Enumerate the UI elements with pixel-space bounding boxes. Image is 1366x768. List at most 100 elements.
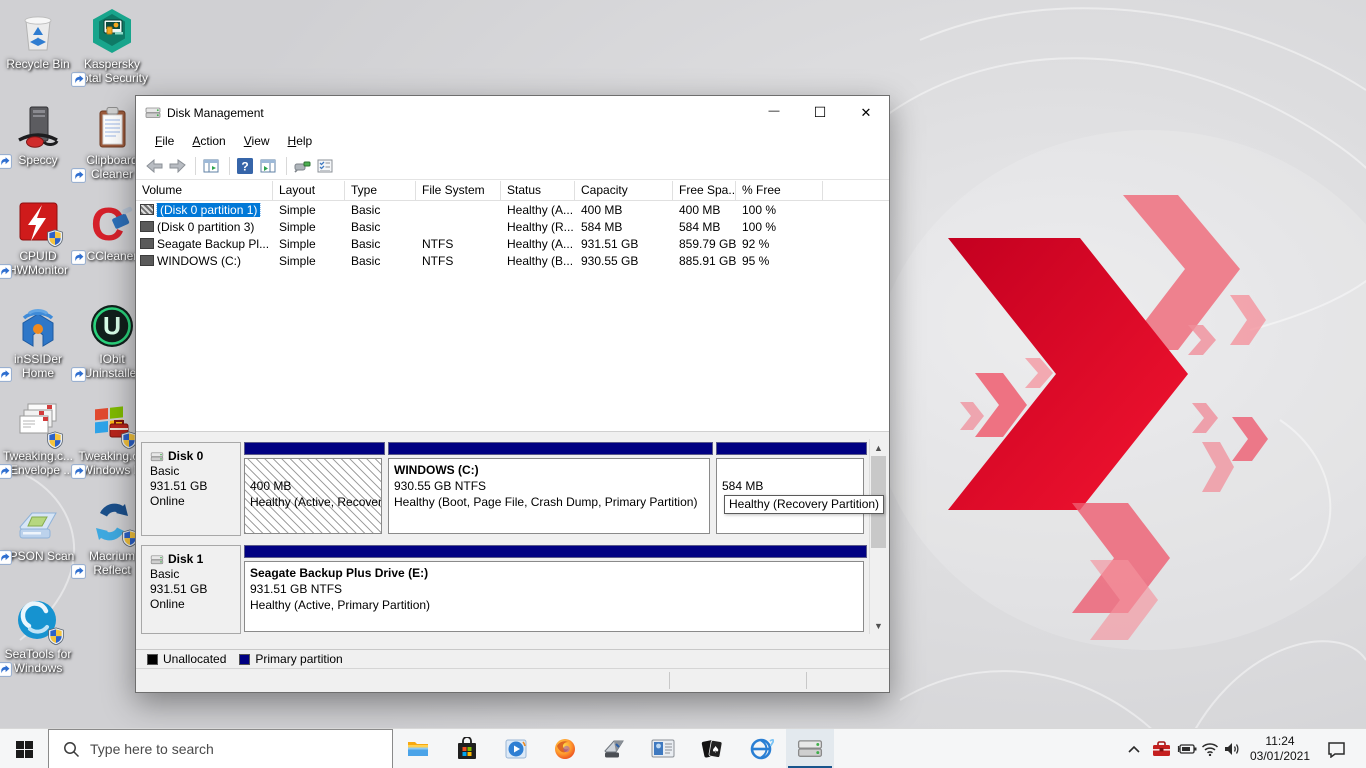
partition-windows-c[interactable]: WINDOWS (C:) 930.55 GB NTFS Healthy (Boo… — [388, 442, 713, 536]
col-type[interactable]: Type — [345, 181, 416, 200]
taskbar: Type here to search — [0, 728, 1366, 768]
desktop: Recycle Bin Kaspersky Total Security Spe… — [0, 0, 1366, 768]
internet-explorer-icon — [748, 737, 774, 761]
taskbar-icon-solitaire[interactable]: ♠ — [688, 729, 736, 768]
desktop-icon-epson-scan[interactable]: EPSON Scan — [1, 500, 75, 563]
tray-clock[interactable]: 11:24 03/01/2021 — [1244, 729, 1316, 768]
col-free-space[interactable]: Free Spa... — [673, 181, 736, 200]
taskbar-icon-file-explorer[interactable] — [394, 729, 442, 768]
help-button[interactable]: ? — [235, 157, 255, 175]
menu-help[interactable]: Help — [279, 131, 322, 151]
col-capacity[interactable]: Capacity — [575, 181, 673, 200]
taskbar-icon-epson-scan[interactable] — [590, 729, 638, 768]
desktop-icon-cpuid-hwmonitor[interactable]: CPUID HWMonitor — [1, 200, 75, 277]
taskbar-icon-microsoft-store[interactable] — [443, 729, 491, 768]
console-tree-icon — [203, 159, 219, 173]
solitaire-icon: ♠ — [700, 737, 724, 761]
battery-plug-icon — [1177, 743, 1197, 755]
speaker-icon — [1224, 742, 1241, 756]
partition-seagate-e[interactable]: Seagate Backup Plus Drive (E:) 931.51 GB… — [244, 545, 867, 634]
volume-name: (Disk 0 partition 1) — [157, 203, 260, 217]
title-bar[interactable]: Disk Management — ☐ ✕ — [136, 96, 889, 129]
tray-time: 11:24 — [1265, 734, 1294, 749]
back-arrow-icon — [146, 159, 163, 173]
tray-wifi[interactable] — [1198, 729, 1222, 768]
partition-color-bar — [244, 545, 867, 558]
inssider-icon — [15, 303, 61, 349]
partition-color-bar — [716, 442, 867, 455]
console-tree-button[interactable] — [201, 157, 221, 175]
desktop-icon-tweaking-envelope[interactable]: Tweaking.c... - Envelope ... — [1, 400, 75, 477]
help-icon: ? — [237, 158, 253, 174]
maximize-button[interactable]: ☐ — [797, 96, 843, 129]
unallocated-swatch — [147, 654, 158, 665]
col-blank — [823, 181, 889, 200]
disk-management-taskbar-icon — [797, 738, 823, 760]
windows-logo-icon — [16, 741, 33, 758]
back-button[interactable] — [144, 157, 164, 175]
col-file-system[interactable]: File System — [416, 181, 501, 200]
minimize-button[interactable]: — — [751, 96, 797, 129]
graphical-scrollbar[interactable]: ▲ ▼ — [869, 439, 887, 634]
volume-row[interactable]: (Disk 0 partition 3) Simple Basic Health… — [136, 218, 889, 235]
disk-size: 931.51 GB — [150, 479, 240, 494]
tray-tweaking-toolbox[interactable] — [1148, 729, 1174, 768]
action-center-button[interactable] — [1320, 729, 1352, 768]
media-player-icon — [504, 737, 528, 761]
desktop-icon-recycle-bin[interactable]: Recycle Bin — [1, 8, 75, 71]
scanner-taskbar-icon — [602, 737, 626, 761]
toolbar-separator — [229, 157, 230, 175]
checklist-button[interactable] — [315, 157, 335, 175]
taskbar-search[interactable]: Type here to search — [48, 729, 393, 768]
properties-button[interactable] — [292, 157, 312, 175]
partition-hatched-icon — [140, 204, 154, 215]
taskbar-icon-disk-management[interactable] — [786, 729, 834, 768]
partition-system[interactable]: 400 MB Healthy (Active, Recovery Partiti… — [244, 442, 385, 536]
file-explorer-icon — [406, 737, 430, 761]
disk-1-label[interactable]: Disk 1 Basic 931.51 GB Online — [141, 545, 241, 634]
status-divider — [806, 672, 807, 689]
tray-date: 03/01/2021 — [1250, 749, 1310, 764]
scroll-up-icon[interactable]: ▲ — [870, 439, 887, 456]
tray-power[interactable] — [1174, 729, 1200, 768]
forward-button[interactable] — [167, 157, 187, 175]
desktop-icon-inssider-home[interactable]: inSSIDer Home — [1, 303, 75, 380]
volume-row[interactable]: Seagate Backup Pl... Simple Basic NTFS H… — [136, 235, 889, 252]
taskbar-icon-firefox[interactable] — [541, 729, 589, 768]
close-button[interactable]: ✕ — [843, 96, 889, 129]
properties-icon — [293, 159, 311, 173]
desktop-icon-seatools[interactable]: SeaTools for Windows — [1, 598, 75, 675]
tray-volume[interactable] — [1220, 729, 1244, 768]
col-pct-free[interactable]: % Free — [736, 181, 823, 200]
taskbar-icon-internet-explorer[interactable] — [737, 729, 785, 768]
desktop-icon-speccy[interactable]: Speccy — [1, 104, 75, 167]
recycle-bin-icon — [15, 8, 61, 54]
col-volume[interactable]: Volume — [136, 181, 273, 200]
volume-row[interactable]: WINDOWS (C:) Simple Basic NTFS Healthy (… — [136, 252, 889, 269]
toolbox-icon — [1152, 741, 1171, 757]
tray-expand-button[interactable] — [1122, 729, 1146, 768]
window-title: Disk Management — [167, 106, 264, 120]
col-layout[interactable]: Layout — [273, 181, 345, 200]
start-button[interactable] — [0, 729, 48, 768]
scroll-down-icon[interactable]: ▼ — [870, 617, 887, 634]
status-divider — [669, 672, 670, 689]
taskbar-icon-windows-media-player[interactable] — [492, 729, 540, 768]
desktop-icon-kaspersky[interactable]: Kaspersky Total Security — [75, 8, 149, 85]
volume-list-header: Volume Layout Type File System Status Ca… — [136, 181, 889, 201]
menu-action[interactable]: Action — [183, 131, 234, 151]
menu-file[interactable]: File — [146, 131, 183, 151]
disk-management-icon — [145, 105, 161, 121]
disk-0-label[interactable]: Disk 0 Basic 931.51 GB Online — [141, 442, 241, 536]
partition-recovery[interactable]: 584 MB — [716, 442, 867, 536]
taskbar-icon-system-panel[interactable] — [639, 729, 687, 768]
speccy-icon — [15, 104, 61, 150]
status-bar — [136, 668, 889, 692]
volume-row[interactable]: (Disk 0 partition 1) Simple Basic Health… — [136, 201, 889, 218]
disk-state: Online — [150, 597, 240, 612]
menu-view[interactable]: View — [235, 131, 279, 151]
iobit-icon: U — [89, 303, 135, 349]
col-status[interactable]: Status — [501, 181, 575, 200]
action-pane-button[interactable] — [258, 157, 278, 175]
system-panel-icon — [651, 738, 675, 760]
